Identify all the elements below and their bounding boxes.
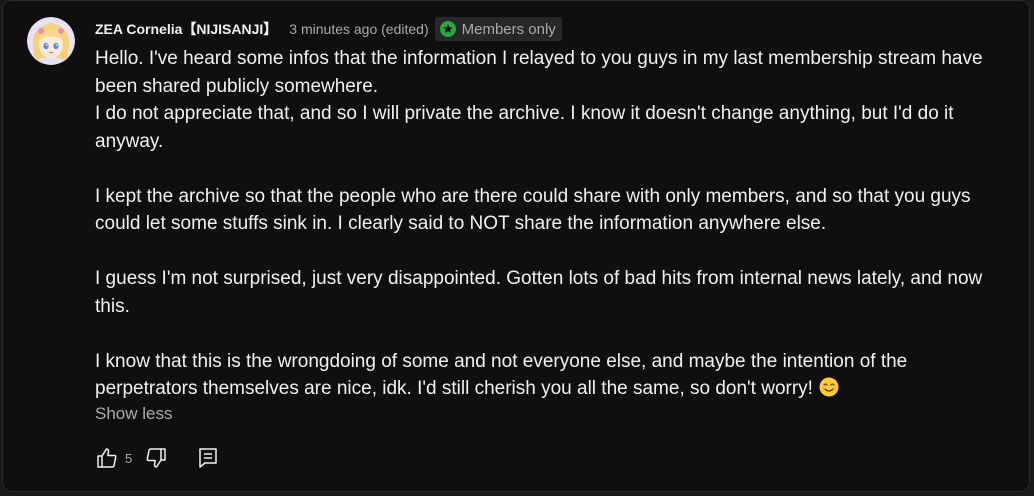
post-timestamp[interactable]: 3 minutes ago (edited) (289, 21, 428, 37)
post-paragraph-last: I know that this is the wrongdoing of so… (95, 348, 1005, 403)
avatar-image (27, 17, 75, 65)
comment-icon (199, 448, 217, 468)
dislike-button[interactable] (142, 444, 170, 472)
post-paragraph-text: I know that this is the wrongdoing of so… (95, 350, 908, 400)
show-less-link[interactable]: Show less (95, 404, 172, 424)
post-paragraph: I guess I'm not surprised, just very dis… (95, 268, 983, 317)
post-paragraph: Hello. I've heard some infos that the in… (95, 48, 983, 97)
post-paragraph: I kept the archive so that the people wh… (95, 185, 971, 235)
like-count: 5 (125, 450, 133, 466)
author-name[interactable]: ZEA Cornelia【NIJISANJI】 (95, 19, 277, 39)
post-actions: 5 (93, 441, 222, 475)
smiling-face-emoji (819, 377, 839, 397)
comment-button[interactable] (194, 444, 222, 472)
community-post: ZEA Cornelia【NIJISANJI】 3 minutes ago (e… (2, 0, 1030, 492)
thumbs-down-icon (146, 448, 166, 468)
members-star-icon (439, 21, 456, 37)
badge-label: Members only (461, 20, 556, 38)
post-header: ZEA Cornelia【NIJISANJI】 3 minutes ago (e… (95, 17, 562, 41)
thumbs-up-icon (97, 448, 117, 468)
post-paragraph: I do not appreciate that, and so I will … (95, 103, 954, 152)
post-body: Hello. I've heard some infos that the in… (95, 45, 1005, 403)
members-only-badge: Members only (434, 17, 562, 41)
like-button[interactable] (93, 444, 121, 472)
author-avatar[interactable] (27, 17, 75, 65)
